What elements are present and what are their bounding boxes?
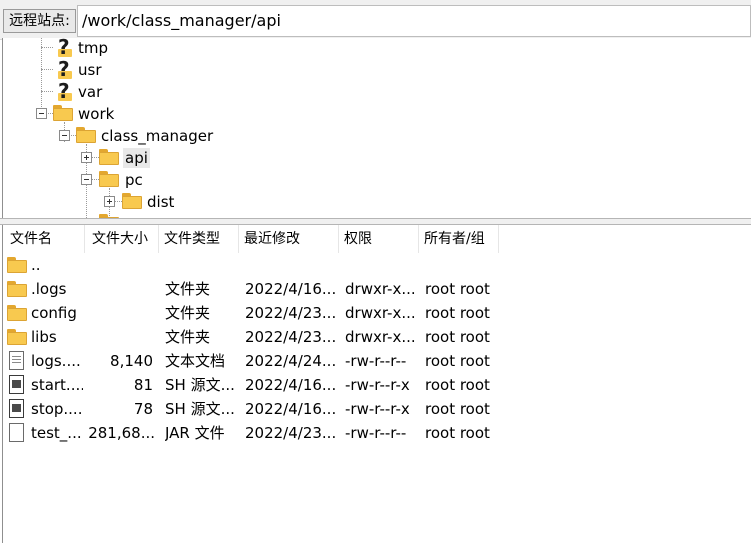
collapse-toggle-icon[interactable] [36, 108, 47, 119]
column-header-owner[interactable]: 所有者/组 [419, 225, 499, 253]
folder-icon [7, 281, 27, 297]
remote-directory-tree[interactable]: ? tmp ? usr ? var work class_manager api… [2, 38, 751, 218]
file-permissions: -rw-r--r-x [345, 376, 410, 394]
expand-toggle-icon[interactable] [104, 196, 115, 207]
tree-item-label: work [78, 105, 115, 123]
file-modified: 2022/4/23... [245, 304, 337, 322]
text-document-icon [9, 351, 24, 370]
file-row[interactable]: .logs 文件夹 2022/4/16... drwxr-x... root r… [3, 277, 751, 301]
folder-icon [99, 149, 119, 165]
file-type: SH 源文... [165, 400, 235, 418]
file-name: .logs [31, 280, 67, 298]
file-owner: root root [425, 424, 490, 442]
file-row[interactable]: libs 文件夹 2022/4/23... drwxr-x... root ro… [3, 325, 751, 349]
file-type: 文件夹 [165, 304, 211, 322]
jar-file-icon [9, 423, 24, 442]
tree-item-class-manager[interactable]: class_manager [76, 126, 226, 148]
file-size [87, 301, 153, 325]
tree-item-label: pc [125, 171, 143, 189]
tree-item-var[interactable]: ? var [53, 81, 133, 104]
remote-path-input[interactable]: /work/class_manager/api [77, 5, 751, 37]
tree-item-label: usr [78, 61, 102, 79]
expand-toggle-icon[interactable] [81, 152, 92, 163]
file-owner: root root [425, 400, 490, 418]
column-header-modified[interactable]: 最近修改 [239, 225, 339, 253]
folder-icon [122, 193, 142, 209]
file-permissions: drwxr-x... [345, 304, 416, 322]
file-name: stop.... [31, 400, 83, 418]
file-owner: root root [425, 328, 490, 346]
column-header-name[interactable]: 文件名 [5, 225, 85, 253]
file-type: 文件夹 [165, 280, 211, 298]
file-name: test_... [31, 424, 82, 442]
remote-site-label: 远程站点: [3, 9, 76, 33]
collapse-toggle-icon[interactable] [59, 130, 70, 141]
file-list-header: 文件名 文件大小 文件类型 最近修改 权限 所有者/组 [3, 225, 751, 253]
file-modified: 2022/4/16... [245, 400, 337, 418]
remote-site-bar: 远程站点: /work/class_manager/api [0, 0, 751, 40]
file-modified: 2022/4/23... [245, 424, 337, 442]
column-header-size[interactable]: 文件大小 [87, 225, 159, 253]
unknown-folder-icon: ? [53, 81, 73, 102]
file-modified: 2022/4/24... [245, 352, 337, 370]
file-permissions: -rw-r--r-x [345, 400, 410, 418]
file-permissions: drwxr-x... [345, 280, 416, 298]
file-row[interactable]: test_... 281,68... JAR 文件 2022/4/23... -… [3, 421, 751, 445]
tree-item-pc[interactable]: pc [99, 170, 159, 192]
unknown-folder-icon: ? [53, 59, 73, 80]
tree-item-label: tmp [78, 39, 109, 57]
column-header-type[interactable]: 文件类型 [159, 225, 239, 253]
file-name: libs [31, 328, 57, 346]
tree-item-dist[interactable]: dist [122, 192, 192, 214]
folder-icon [53, 105, 73, 121]
file-owner: root root [425, 376, 490, 394]
file-name: .. [31, 256, 41, 274]
file-size: 8,140 [110, 352, 153, 370]
shell-script-icon [9, 375, 24, 394]
file-permissions: -rw-r--r-- [345, 424, 407, 442]
file-permissions: -rw-r--r-- [345, 352, 407, 370]
file-size [87, 325, 153, 349]
file-type: 文件夹 [165, 328, 211, 346]
file-type: SH 源文... [165, 376, 235, 394]
file-owner: root root [425, 304, 490, 322]
file-name: config [31, 304, 77, 322]
file-modified: 2022/4/16... [245, 376, 337, 394]
file-size: 81 [133, 376, 153, 394]
file-type: JAR 文件 [165, 424, 225, 442]
file-type: 文本文档 [165, 352, 226, 370]
file-modified: 2022/4/23... [245, 328, 337, 346]
tree-item-label: class_manager [101, 127, 214, 145]
file-name: logs.... [31, 352, 81, 370]
remote-file-list[interactable]: 文件名 文件大小 文件类型 最近修改 权限 所有者/组 .. .logs 文件夹… [2, 225, 751, 543]
file-owner: root root [425, 280, 490, 298]
pane-splitter[interactable] [0, 218, 751, 225]
column-header-permissions[interactable]: 权限 [339, 225, 419, 253]
tree-item-label: dist [147, 193, 175, 211]
folder-icon [7, 305, 27, 321]
folder-icon [99, 171, 119, 187]
file-permissions: drwxr-x... [345, 328, 416, 346]
tree-item-api[interactable]: api [99, 148, 159, 170]
file-owner: root root [425, 352, 490, 370]
file-modified: 2022/4/16... [245, 280, 337, 298]
unknown-folder-icon: ? [53, 38, 73, 58]
folder-icon [7, 257, 27, 273]
folder-icon [76, 127, 96, 143]
tree-item-label: api [123, 148, 150, 168]
file-row[interactable]: start.... 81 SH 源文... 2022/4/16... -rw-r… [3, 373, 751, 397]
collapse-toggle-icon[interactable] [81, 174, 92, 185]
tree-item-work[interactable]: work [53, 104, 143, 126]
file-row-parent[interactable]: .. [3, 253, 751, 277]
file-name: start.... [31, 376, 83, 394]
file-row[interactable]: logs.... 8,140 文本文档 2022/4/24... -rw-r--… [3, 349, 751, 373]
file-size [87, 277, 153, 301]
shell-script-icon [9, 399, 24, 418]
tree-item-label: var [78, 83, 103, 101]
file-size: 281,68... [88, 424, 155, 442]
file-size: 78 [133, 400, 153, 418]
file-row[interactable]: stop.... 78 SH 源文... 2022/4/16... -rw-r-… [3, 397, 751, 421]
folder-icon [7, 329, 27, 345]
file-row[interactable]: config 文件夹 2022/4/23... drwxr-x... root … [3, 301, 751, 325]
